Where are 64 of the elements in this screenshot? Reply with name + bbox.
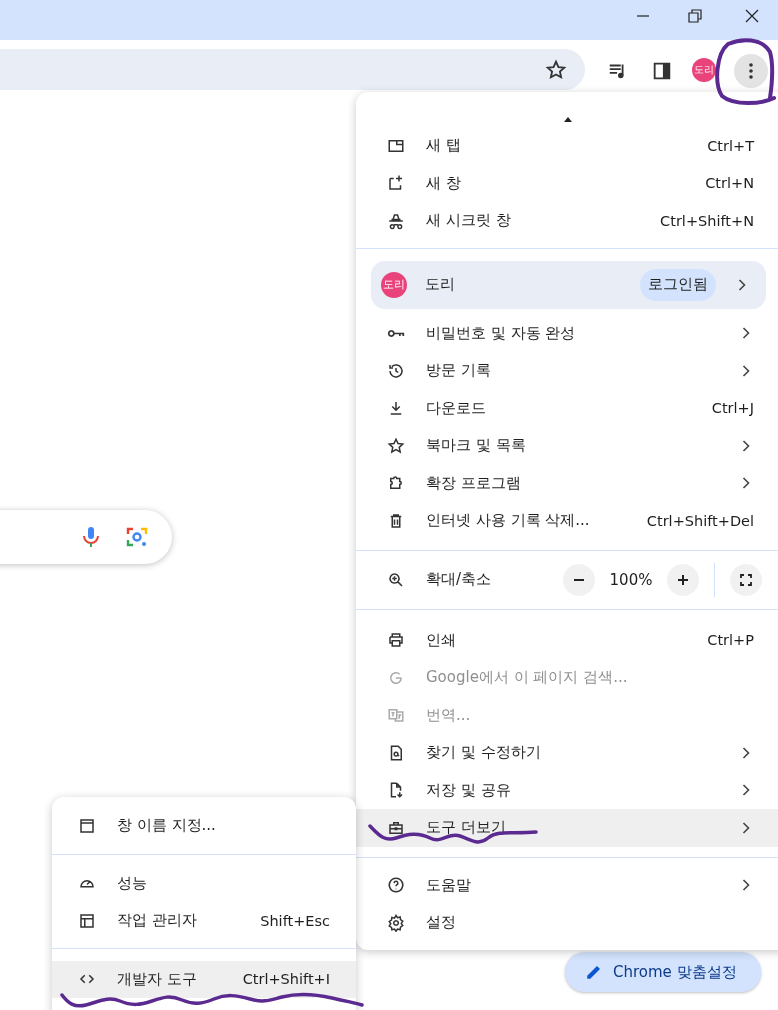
profile-avatar: 도리 (381, 271, 407, 298)
menu-item[interactable]: 인터넷 사용 기록 삭제... Ctrl+Shift+Del (356, 502, 778, 540)
menu-item[interactable]: 저장 및 공유 (356, 771, 778, 809)
menu-item[interactable]: 창 이름 지정... (52, 807, 356, 845)
menu-item[interactable]: 찾기 및 수정하기 (356, 734, 778, 772)
chevron-icon (742, 439, 750, 452)
menu-item-label: 확대/축소 (426, 570, 492, 589)
menu-item[interactable]: 새 창 Ctrl+N (356, 164, 778, 202)
star-icon (387, 436, 405, 455)
chevron-icon (742, 784, 750, 797)
plus-icon (677, 573, 689, 586)
search-box[interactable] (0, 510, 172, 564)
fullscreen-icon (740, 573, 752, 586)
menu-item[interactable]: 다운로드 Ctrl+J (356, 389, 778, 427)
caret-icon (564, 117, 572, 122)
menu-item[interactable]: 방문 기록 (356, 352, 778, 390)
zoom-in-icon (387, 570, 405, 589)
menu-item: 번역... (356, 696, 778, 734)
zoom-in-button[interactable] (667, 563, 699, 596)
pencil-icon (585, 963, 603, 981)
profile-name: 도리 (425, 275, 455, 294)
translate-icon (387, 706, 405, 725)
menu-item[interactable]: 인쇄 Ctrl+P (356, 621, 778, 659)
menu-button[interactable] (734, 54, 768, 88)
menu-item[interactable]: 설정 (356, 904, 778, 942)
menu-item[interactable]: 도구 더보기 (356, 809, 778, 847)
new-window-icon (387, 174, 405, 193)
chevron-icon (742, 746, 750, 759)
zoom-level: 100% (608, 570, 654, 589)
star-icon[interactable] (545, 59, 567, 81)
fullscreen-button[interactable] (730, 563, 762, 596)
menu-item[interactable]: 도움말 (356, 866, 778, 904)
profile-avatar[interactable]: 도리 (692, 58, 716, 82)
chevron-icon (742, 477, 750, 490)
history-icon (387, 361, 405, 380)
menu-item[interactable]: 비밀번호 및 자동 완성 (356, 314, 778, 352)
printer-icon (387, 631, 405, 650)
customize-button[interactable]: Chrome 맞춤설정 (565, 952, 761, 992)
menu-item[interactable]: 성능 (52, 864, 356, 902)
signed-in-badge: 로그인됨 (640, 268, 716, 301)
help-icon (387, 876, 405, 895)
chevron-icon (742, 364, 750, 377)
key-icon (387, 328, 405, 338)
menu-item[interactable]: 새 탭 Ctrl+T (356, 127, 778, 165)
incognito-icon (387, 211, 405, 230)
camera-search-icon[interactable] (125, 525, 149, 549)
menu-item[interactable]: 북마크 및 목록 (356, 427, 778, 465)
menu-item[interactable]: 작업 관리자 Shift+Esc (52, 902, 356, 940)
chevron-icon (738, 278, 746, 291)
menu-item[interactable]: 새 시크릿 창 Ctrl+Shift+N (356, 202, 778, 240)
close-icon[interactable] (745, 9, 759, 23)
chevron-icon (742, 327, 750, 340)
profile-row[interactable]: 도리 도리 로그인됨 (371, 260, 766, 309)
menu-item: Google에서 이 페이지 검색... (356, 659, 778, 697)
chevron-icon (742, 879, 750, 892)
restore-icon[interactable] (688, 9, 702, 23)
menu-item[interactable]: 개발자 도구 Ctrl+Shift+I (52, 960, 356, 998)
gear-icon (387, 913, 405, 932)
chevron-icon (742, 821, 750, 834)
table-window-icon (78, 911, 96, 930)
window-icon (78, 816, 96, 835)
side-panel-icon[interactable] (651, 60, 673, 82)
three-dots-icon (749, 63, 753, 79)
menu-item[interactable]: 확장 프로그램 (356, 464, 778, 502)
